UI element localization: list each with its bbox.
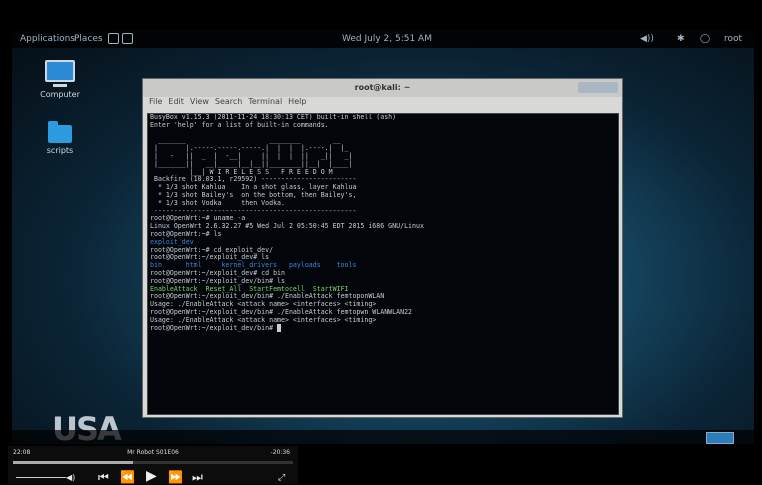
menu-help[interactable]: Help	[288, 97, 306, 106]
window-title: root@kali: ~	[354, 83, 411, 92]
volume-slider[interactable]	[16, 477, 66, 478]
video-frame: Applications Places Wed July 2, 5:51 AM …	[0, 0, 762, 484]
menu-view[interactable]: View	[190, 97, 209, 106]
terminal-window[interactable]: root@kali: ~ File Edit View Search Terminal H…	[142, 78, 623, 418]
clock[interactable]: Wed July 2, 5:51 AM	[342, 34, 432, 44]
menu-file[interactable]: File	[149, 97, 162, 106]
rewind-icon[interactable]: ⏪	[120, 470, 135, 484]
volume-icon[interactable]: ◀))	[640, 34, 654, 44]
terminal-line: root@OpenWrt:~/exploit_dev/bin#	[148, 323, 618, 333]
menu-bar: File Edit View Search Terminal Help	[143, 97, 622, 111]
bluetooth-icon[interactable]: ✱	[677, 34, 685, 44]
computer-icon-label: Computer	[40, 90, 80, 99]
episode-title: Mr Robot S01E06	[127, 449, 179, 456]
fullscreen-icon[interactable]: ⤢	[278, 473, 285, 483]
bottom-panel	[12, 430, 754, 444]
menu-edit[interactable]: Edit	[168, 97, 184, 106]
app-launcher-icon[interactable]	[108, 33, 119, 44]
places-menu[interactable]: Places	[74, 34, 103, 44]
play-icon[interactable]: ▶	[146, 468, 157, 484]
scripts-desktop-icon[interactable]: scripts	[30, 121, 90, 155]
terminal-launcher-icon[interactable]	[122, 33, 133, 44]
computer-icon	[45, 60, 75, 82]
workspace-switcher[interactable]	[706, 432, 734, 444]
terminal-line: root@OpenWrt:~# ls	[150, 229, 222, 238]
power-icon[interactable]: ◯	[700, 34, 710, 44]
computer-desktop-icon[interactable]: Computer	[30, 60, 90, 99]
progress-bar[interactable]	[13, 461, 293, 464]
window-controls[interactable]	[578, 82, 618, 93]
skip-forward-icon[interactable]: ⏭	[192, 470, 203, 485]
scripts-icon-label: scripts	[46, 146, 74, 155]
top-panel: Applications Places Wed July 2, 5:51 AM …	[12, 30, 754, 48]
terminal-cursor	[277, 323, 282, 332]
menu-search[interactable]: Search	[215, 97, 242, 106]
user-menu[interactable]: root	[724, 34, 742, 44]
video-player-controls: 22:08 Mr Robot S01E06 -20:36 ◀) ⏮ ⏪ ▶ ⏩ …	[8, 446, 298, 484]
window-titlebar[interactable]: root@kali: ~	[143, 79, 622, 97]
terminal-line: Enter 'help' for a list of built-in comm…	[150, 120, 329, 129]
menu-terminal[interactable]: Terminal	[248, 97, 282, 106]
terminal-output[interactable]: BusyBox v1.15.3 (2011-11-24 18:30:13 CET…	[147, 113, 619, 415]
remaining-time: -20:36	[270, 449, 290, 456]
progress-fill	[13, 461, 134, 464]
volume-icon[interactable]: ◀)	[66, 473, 75, 482]
fast-forward-icon[interactable]: ⏩	[168, 470, 183, 484]
skip-back-icon[interactable]: ⏮	[98, 470, 109, 485]
applications-menu[interactable]: Applications	[20, 34, 75, 44]
desktop: Applications Places Wed July 2, 5:51 AM …	[12, 30, 754, 448]
folder-icon	[48, 121, 72, 143]
